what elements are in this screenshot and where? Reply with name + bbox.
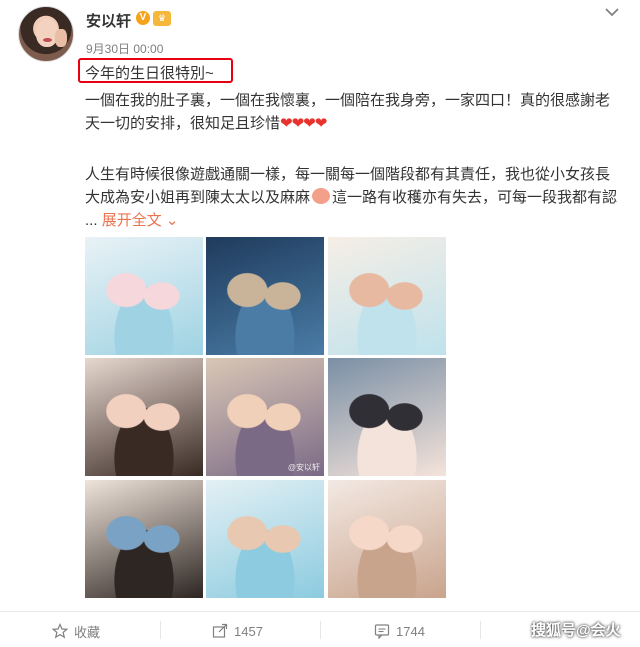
photo-9[interactable]: [328, 480, 446, 598]
photo-7[interactable]: [85, 480, 203, 598]
comment-button[interactable]: 1744: [374, 620, 425, 642]
footer-divider: [0, 611, 640, 612]
action-divider-2: [320, 621, 321, 639]
photo-6[interactable]: [328, 358, 446, 476]
photo-5[interactable]: @安以轩: [206, 358, 324, 476]
repost-count: 1457: [234, 623, 263, 639]
photo-2[interactable]: [206, 237, 324, 355]
member-crown-icon: ♛: [153, 11, 171, 26]
post-text-line-1: 今年的生日很特別~: [85, 65, 214, 82]
post-text-line-5: 大成為安小姐再到陳太太以及麻麻 這一路有收穫亦有失去，可每一段我都有認: [85, 186, 617, 207]
favorite-label: 收藏: [74, 624, 101, 640]
expand-label: 展开全文: [101, 212, 162, 229]
source-watermark: 搜狐号@会火: [531, 622, 621, 639]
post-text-line-6: ... 展开全文 ⌄: [85, 209, 178, 230]
repost-button[interactable]: 1457: [212, 620, 263, 642]
expand-chevron-icon: ⌄: [165, 212, 179, 229]
photo-1[interactable]: [85, 237, 203, 355]
post-text-line-5-b: 這一路有收穫亦有失去，可每一段我都有認: [332, 189, 618, 206]
ellipsis: ...: [85, 212, 98, 229]
post-text-line-2: 一個在我的肚子裏，一個在我懷裏，一個陪在我身旁，一家四口！真的很感謝老: [85, 92, 611, 109]
photo-3[interactable]: [328, 237, 446, 355]
post-text-line-4: 人生有時候很像遊戲通關一樣，每一關每一個階段都有其責任，我也從小女孩長: [85, 166, 611, 183]
heart-icons: ❤❤❤❤: [280, 115, 327, 132]
photo-watermark: @安以轩: [287, 463, 320, 472]
star-icon: [52, 623, 68, 639]
weibo-post: 安以轩 V ♛ 9月30日 00:00 今年的生日很特別~ 一個在我的肚子裏，一…: [0, 0, 640, 647]
user-avatar[interactable]: [18, 6, 74, 62]
verified-icon: V: [136, 11, 150, 25]
repost-icon: [212, 623, 228, 638]
comment-count: 1744: [396, 623, 425, 639]
comment-icon: [374, 624, 390, 639]
post-timestamp[interactable]: 9月30日 00:00: [86, 40, 163, 57]
expand-full-text-link[interactable]: 展开全文 ⌄: [102, 212, 179, 229]
photo-4[interactable]: [85, 358, 203, 476]
action-divider-3: [480, 621, 481, 639]
post-text-line-3-text: 天一切的安排，很知足且珍惜: [85, 115, 281, 132]
chevron-down-icon[interactable]: [604, 4, 620, 20]
favorite-button[interactable]: 收藏: [52, 620, 100, 642]
username[interactable]: 安以轩: [86, 10, 131, 31]
pig-emoji-icon: [312, 188, 331, 204]
post-text-line-3: 天一切的安排，很知足且珍惜❤❤❤❤: [85, 112, 327, 133]
post-text-line-5-a: 大成為安小姐再到陳太太以及麻麻: [85, 189, 311, 206]
photo-8[interactable]: [206, 480, 324, 598]
action-divider-1: [160, 621, 161, 639]
